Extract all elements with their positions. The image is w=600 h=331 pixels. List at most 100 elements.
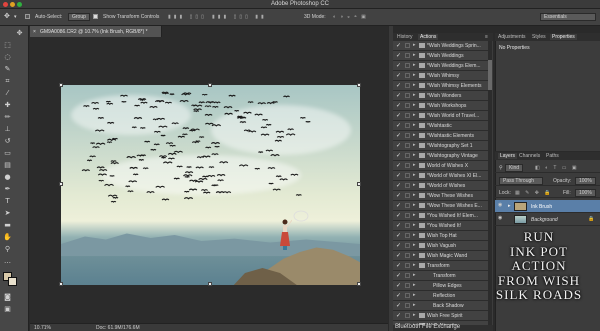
lock-icons[interactable]: ▦ ✎ ✥ 🔒: [515, 190, 553, 196]
dialog-toggle-box[interactable]: [405, 283, 410, 288]
transform-handle[interactable]: [59, 282, 63, 286]
transform-handle[interactable]: [59, 83, 63, 87]
dialog-toggle-box[interactable]: [405, 303, 410, 308]
action-set-row[interactable]: ✓ ▸ *Wow These Wishes E...: [393, 201, 488, 211]
action-set-row[interactable]: ✓ ▸ *Wish Whimsy Elements: [393, 81, 488, 91]
doc-size-info[interactable]: Doc: 61.9M/176.6M: [96, 325, 140, 331]
actions-scrollbar-thumb[interactable]: [488, 60, 492, 90]
collapse-triangle-icon[interactable]: ▸: [413, 52, 416, 58]
collapse-triangle-icon[interactable]: ▸: [413, 192, 416, 198]
distribute-buttons[interactable]: ▮▮▮ ▯▯▯ ▮▮: [212, 14, 267, 20]
action-set-row[interactable]: ✓ ▸ Wish Magic Wand: [393, 251, 488, 261]
dialog-toggle-box[interactable]: [405, 143, 410, 148]
workspace-dropdown[interactable]: Essentials: [540, 13, 596, 21]
action-set-row[interactable]: ✓ ▸ *Wish Whimsy: [393, 71, 488, 81]
collapse-triangle-icon[interactable]: ▸: [413, 42, 416, 48]
dialog-toggle-box[interactable]: [405, 293, 410, 298]
marquee-tool-icon[interactable]: ⬚: [2, 40, 13, 50]
expand-triangle-icon[interactable]: ▸: [413, 302, 416, 308]
pen-tool-icon[interactable]: ✒: [2, 184, 13, 194]
collapse-triangle-icon[interactable]: ▸: [413, 92, 416, 98]
collapse-triangle-icon[interactable]: ▸: [413, 122, 416, 128]
action-set-row[interactable]: ✓ ▸ Wish Free Spirit: [393, 311, 488, 321]
dialog-toggle-box[interactable]: [405, 83, 410, 88]
quick-select-tool-icon[interactable]: ✎: [2, 64, 13, 74]
opacity-input[interactable]: 100%: [575, 177, 596, 185]
panel-menu-icon[interactable]: ≡: [485, 34, 488, 40]
action-set-row[interactable]: ✓ ▸ *Wishtography Vintage: [393, 151, 488, 161]
check-icon[interactable]: ✓: [396, 222, 401, 229]
check-icon[interactable]: ✓: [396, 72, 401, 79]
quick-mask-icon[interactable]: ◙: [2, 292, 13, 302]
action-set-row[interactable]: ✓ ▸ Transform: [393, 261, 488, 271]
move-tool-icon[interactable]: ✥: [4, 12, 10, 20]
action-set-row[interactable]: ✓ ▸ *You Wished It! Elem...: [393, 211, 488, 221]
collapse-triangle-icon[interactable]: ▸: [413, 102, 416, 108]
action-set-row[interactable]: ✓ ▸ *You Wished It!: [393, 221, 488, 231]
collapse-triangle-icon[interactable]: ▸: [413, 162, 416, 168]
check-icon[interactable]: ✓: [396, 242, 401, 249]
action-set-row[interactable]: ✓ ▸ *Wish Weddings Elem...: [393, 61, 488, 71]
tab-layers[interactable]: Layers: [498, 153, 518, 159]
healing-brush-icon[interactable]: ✚: [2, 100, 13, 110]
collapse-triangle-icon[interactable]: ▸: [413, 252, 416, 258]
transform-handle[interactable]: [357, 83, 361, 87]
dialog-toggle-box[interactable]: [405, 163, 410, 168]
more-tools-icon[interactable]: …: [2, 256, 13, 266]
dialog-toggle-box[interactable]: [405, 93, 410, 98]
tab-history[interactable]: History: [397, 34, 413, 40]
check-icon[interactable]: ✓: [396, 82, 401, 89]
dialog-toggle-box[interactable]: [405, 213, 410, 218]
transform-handle[interactable]: [59, 182, 63, 186]
tab-paths[interactable]: Paths: [546, 153, 559, 159]
check-icon[interactable]: ✓: [396, 182, 401, 189]
dialog-toggle-box[interactable]: [405, 153, 410, 158]
collapse-triangle-icon[interactable]: ▸: [413, 132, 416, 138]
dialog-toggle-box[interactable]: [405, 53, 410, 58]
lasso-tool-icon[interactable]: ◌: [2, 52, 13, 62]
dialog-toggle-box[interactable]: [405, 263, 410, 268]
collapse-triangle-icon[interactable]: ▸: [413, 182, 416, 188]
tab-adjustments[interactable]: Adjustments: [498, 34, 526, 40]
action-set-row[interactable]: ✓ ▸ *Wish Wonders: [393, 91, 488, 101]
crop-tool-icon[interactable]: ⌗: [2, 76, 13, 86]
dialog-toggle-box[interactable]: [405, 203, 410, 208]
check-icon[interactable]: ✓: [396, 152, 401, 159]
check-icon[interactable]: ✓: [396, 202, 401, 209]
dialog-toggle-box[interactable]: [405, 133, 410, 138]
collapse-triangle-icon[interactable]: ▸: [413, 212, 416, 218]
collapse-triangle-icon[interactable]: ▸: [413, 82, 416, 88]
collapse-triangle-icon[interactable]: ▸: [413, 62, 416, 68]
zoom-tool-icon[interactable]: ⚲: [2, 244, 13, 254]
type-tool-icon[interactable]: T: [2, 196, 13, 206]
transform-handle[interactable]: [357, 182, 361, 186]
action-set-row[interactable]: ✓ ▸ *Wow These Wishes: [393, 191, 488, 201]
search-icon[interactable]: ⚲: [499, 165, 503, 171]
action-set-row[interactable]: ✓ ▸ *Wishtography Set 1: [393, 141, 488, 151]
zoom-level[interactable]: 10.71%: [34, 325, 51, 331]
check-icon[interactable]: ✓: [396, 212, 401, 219]
action-set-row[interactable]: ✓ ▸ Transform: [393, 271, 488, 281]
collapse-triangle-icon[interactable]: ▸: [413, 142, 416, 148]
collapse-triangle-icon[interactable]: ▸: [413, 242, 416, 248]
dialog-toggle-box[interactable]: [405, 43, 410, 48]
check-icon[interactable]: ✓: [396, 122, 401, 129]
fill-input[interactable]: 100%: [575, 189, 596, 197]
dialog-toggle-box[interactable]: [405, 63, 410, 68]
dialog-toggle-box[interactable]: [405, 173, 410, 178]
collapse-triangle-icon[interactable]: ▸: [413, 72, 416, 78]
transform-handle[interactable]: [357, 282, 361, 286]
action-set-row[interactable]: ✓ ▸ Wish Vagush: [393, 241, 488, 251]
check-icon[interactable]: ✓: [396, 112, 401, 119]
check-icon[interactable]: ✓: [396, 52, 401, 59]
collapse-triangle-icon[interactable]: ▸: [413, 112, 416, 118]
image-canvas[interactable]: [61, 85, 360, 285]
document-tab[interactable]: × GM9A0086.CR2 @ 10.7% (Ink Brush, RGB/8…: [30, 26, 162, 37]
check-icon[interactable]: ✓: [396, 292, 401, 299]
layer-filter-icons[interactable]: ◧ ◐ T ▭ ▣: [535, 165, 579, 171]
check-icon[interactable]: ✓: [396, 272, 401, 279]
kind-filter-dropdown[interactable]: Kind: [505, 164, 524, 172]
expand-triangle-icon[interactable]: ▸: [508, 203, 511, 209]
hand-tool-icon[interactable]: ✋: [2, 232, 13, 242]
dodge-tool-icon[interactable]: ●: [2, 172, 13, 182]
